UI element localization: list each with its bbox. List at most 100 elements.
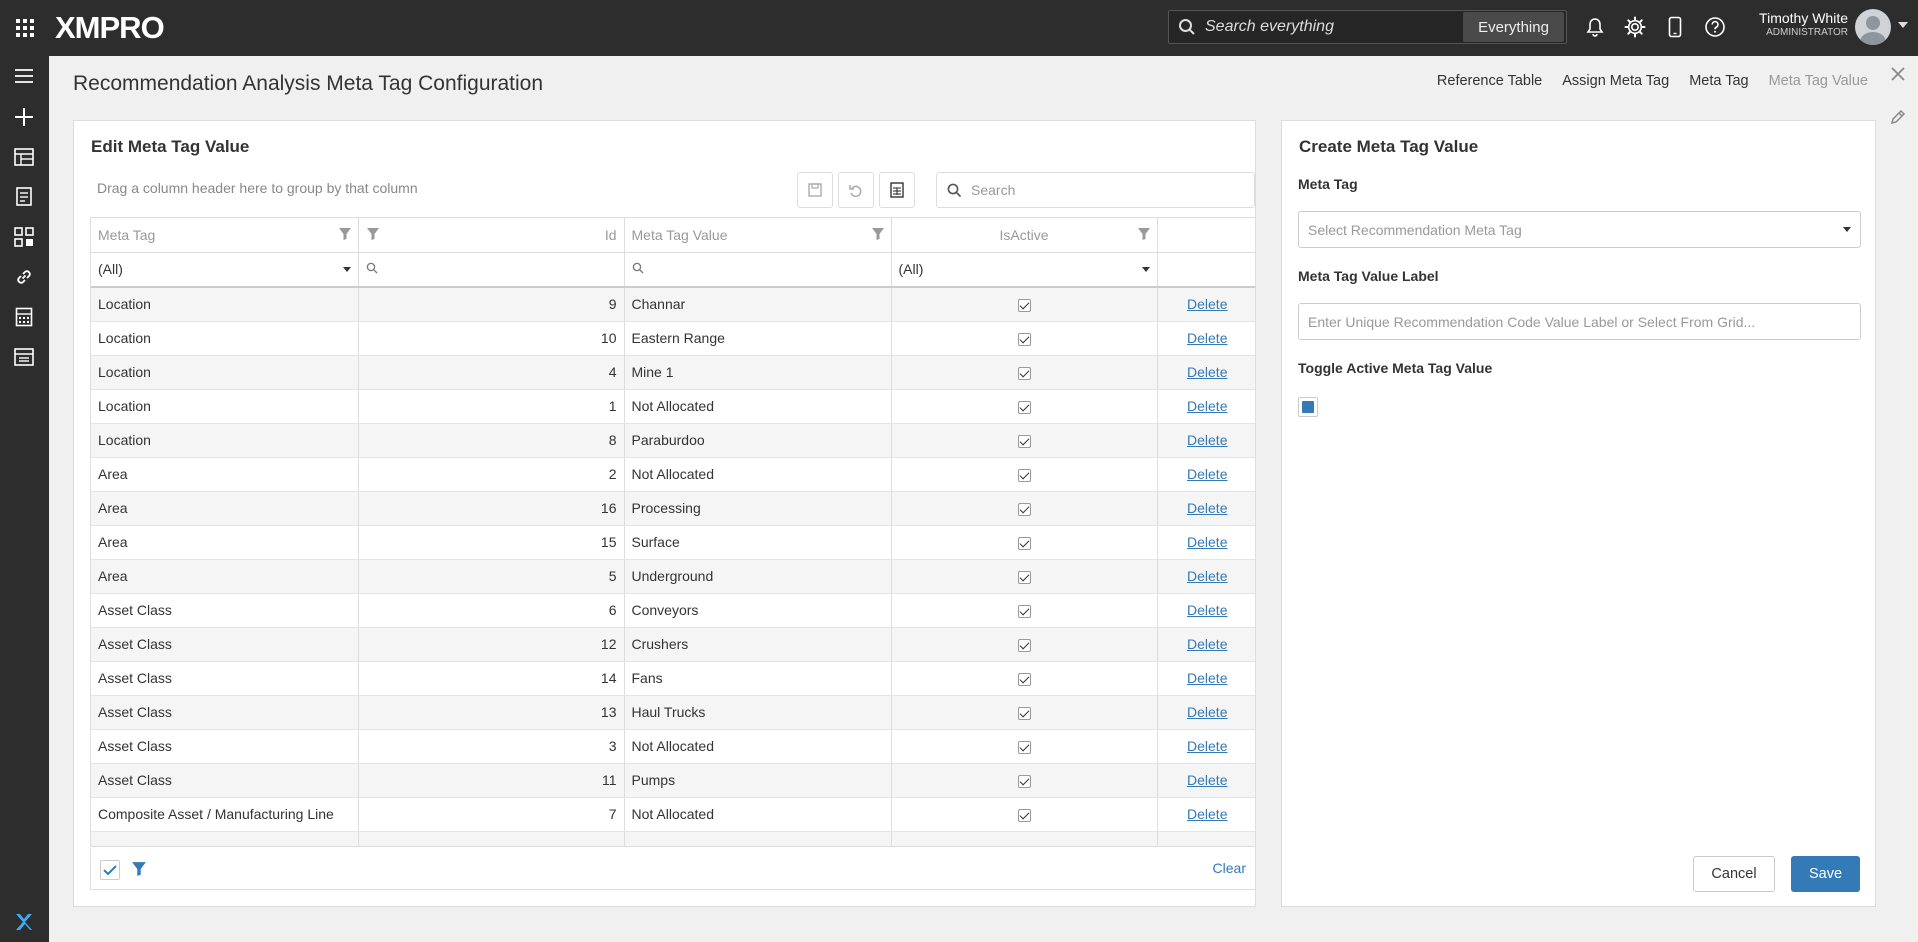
apps-tiles-icon[interactable] — [9, 222, 39, 252]
layout-icon[interactable] — [9, 342, 39, 372]
cell-id[interactable]: 1 — [358, 389, 625, 424]
table-row[interactable]: Asset Class 14 Fans Delete — [91, 661, 1255, 696]
cell-id[interactable]: 6 — [358, 593, 625, 628]
cell-meta-tag-value[interactable]: Crushers — [624, 627, 892, 662]
cell-meta-tag-value[interactable]: Mine 1 — [624, 355, 892, 390]
is-active-checkbox[interactable] — [1017, 808, 1031, 822]
hamburger-menu-icon[interactable] — [9, 61, 39, 91]
cell-is-active[interactable] — [891, 559, 1158, 594]
meta-tag-value-input[interactable] — [1298, 303, 1861, 340]
cell-meta-tag[interactable]: Area — [91, 525, 359, 560]
cell-meta-tag-value[interactable]: Surface — [624, 525, 892, 560]
cell-is-active[interactable] — [891, 287, 1158, 322]
cell-meta-tag[interactable]: Location — [91, 287, 359, 322]
is-active-checkbox[interactable] — [1017, 400, 1031, 414]
cell-meta-tag[interactable]: Composite Asset / Manufacturing Line — [91, 797, 359, 832]
cell-id[interactable]: 13 — [358, 695, 625, 730]
cell-id[interactable]: 15 — [358, 525, 625, 560]
cell-is-active[interactable] — [891, 661, 1158, 696]
table-row[interactable]: Asset Class 12 Crushers Delete — [91, 627, 1255, 662]
filter-id-input[interactable] — [358, 252, 625, 288]
cell-id[interactable]: 8 — [358, 423, 625, 458]
cell-meta-tag[interactable]: Location — [91, 321, 359, 356]
is-active-checkbox[interactable] — [1017, 570, 1031, 584]
undo-changes-button[interactable] — [838, 172, 874, 208]
delete-link[interactable]: Delete — [1187, 500, 1227, 516]
cell-is-active[interactable] — [891, 763, 1158, 798]
global-search-input[interactable]: Search everything — [1205, 18, 1463, 36]
is-active-checkbox[interactable] — [1017, 536, 1031, 550]
filter-icon[interactable] — [366, 227, 380, 244]
delete-link[interactable]: Delete — [1187, 636, 1227, 652]
column-header-meta-tag-value[interactable]: Meta Tag Value — [624, 218, 892, 253]
is-active-checkbox[interactable] — [1017, 740, 1031, 754]
filter-icon[interactable] — [1137, 227, 1151, 244]
delete-link[interactable]: Delete — [1187, 738, 1227, 754]
table-row[interactable]: Area 15 Surface Delete — [91, 525, 1255, 560]
table-row[interactable]: Location 10 Eastern Range Delete — [91, 321, 1255, 356]
cell-is-active[interactable] — [891, 491, 1158, 526]
table-row[interactable]: Location 1 Not Allocated Delete — [91, 389, 1255, 424]
cell-meta-tag-value[interactable]: Not Allocated — [624, 797, 892, 832]
cell-meta-tag[interactable]: Location — [91, 389, 359, 424]
cell-id[interactable]: 11 — [358, 763, 625, 798]
cell-meta-tag-value[interactable]: Processing — [624, 491, 892, 526]
is-active-checkbox[interactable] — [1017, 638, 1031, 652]
cell-meta-tag-value[interactable]: Eastern Range — [624, 321, 892, 356]
filter-meta-tag-value-input[interactable] — [624, 252, 892, 288]
delete-link[interactable]: Delete — [1187, 466, 1227, 482]
group-by-panel[interactable]: Drag a column header here to group by th… — [97, 180, 418, 196]
table-row[interactable]: Asset Class 11 Pumps Delete — [91, 763, 1255, 798]
cell-id[interactable]: 5 — [358, 559, 625, 594]
nav-link-reference-table[interactable]: Reference Table — [1437, 73, 1542, 89]
filter-icon[interactable] — [338, 227, 352, 244]
global-search[interactable]: Search everything Everything — [1168, 10, 1567, 44]
is-active-checkbox[interactable] — [1017, 604, 1031, 618]
close-icon[interactable] — [1885, 61, 1911, 87]
cell-is-active[interactable] — [891, 695, 1158, 730]
cell-id[interactable]: 16 — [358, 491, 625, 526]
cell-meta-tag[interactable]: Area — [91, 457, 359, 492]
filter-builder-icon[interactable] — [131, 861, 147, 882]
cell-id[interactable]: 10 — [358, 321, 625, 356]
table-row[interactable]: Location 9 Channar Delete — [91, 287, 1255, 322]
help-icon[interactable] — [1702, 14, 1728, 40]
cell-is-active[interactable] — [891, 423, 1158, 458]
mobile-device-icon[interactable] — [1662, 14, 1688, 40]
dashboard-icon[interactable] — [9, 142, 39, 172]
search-scope-dropdown[interactable]: Everything — [1463, 12, 1564, 42]
is-active-checkbox[interactable] — [1017, 366, 1031, 380]
chevron-down-icon[interactable] — [1898, 22, 1908, 28]
cell-id[interactable]: 3 — [358, 729, 625, 764]
grid-search[interactable] — [936, 172, 1255, 208]
delete-link[interactable]: Delete — [1187, 670, 1227, 686]
delete-link[interactable]: Delete — [1187, 296, 1227, 312]
cell-meta-tag[interactable]: Asset Class — [91, 695, 359, 730]
table-row[interactable]: Area 2 Not Allocated Delete — [91, 457, 1255, 492]
is-active-checkbox[interactable] — [1017, 706, 1031, 720]
cell-is-active[interactable] — [891, 457, 1158, 492]
is-active-checkbox[interactable] — [1017, 774, 1031, 788]
delete-link[interactable]: Delete — [1187, 602, 1227, 618]
toggle-active-checkbox[interactable] — [1298, 397, 1318, 417]
cell-meta-tag[interactable]: Location — [91, 423, 359, 458]
cell-meta-tag-value[interactable]: Conveyors — [624, 593, 892, 628]
bell-icon[interactable] — [1582, 14, 1608, 40]
cell-meta-tag-value[interactable]: Underground — [624, 559, 892, 594]
cell-id[interactable]: 7 — [358, 797, 625, 832]
xmpro-x-logo-icon[interactable] — [9, 907, 39, 937]
cell-meta-tag-value[interactable]: Not Allocated — [624, 389, 892, 424]
save-changes-button[interactable] — [797, 172, 833, 208]
calculator-icon[interactable] — [9, 302, 39, 332]
cell-meta-tag[interactable]: Location — [91, 355, 359, 390]
cell-is-active[interactable] — [891, 321, 1158, 356]
cell-id[interactable]: 14 — [358, 661, 625, 696]
column-header-id[interactable]: Id — [358, 218, 625, 253]
plus-icon[interactable] — [9, 102, 39, 132]
cell-meta-tag-value[interactable]: Not Allocated — [624, 457, 892, 492]
cell-is-active[interactable] — [891, 593, 1158, 628]
delete-link[interactable]: Delete — [1187, 806, 1227, 822]
meta-tag-select[interactable]: Select Recommendation Meta Tag — [1298, 211, 1861, 248]
cell-is-active[interactable] — [891, 797, 1158, 832]
user-menu[interactable]: Timothy White ADMINISTRATOR — [1748, 10, 1848, 39]
